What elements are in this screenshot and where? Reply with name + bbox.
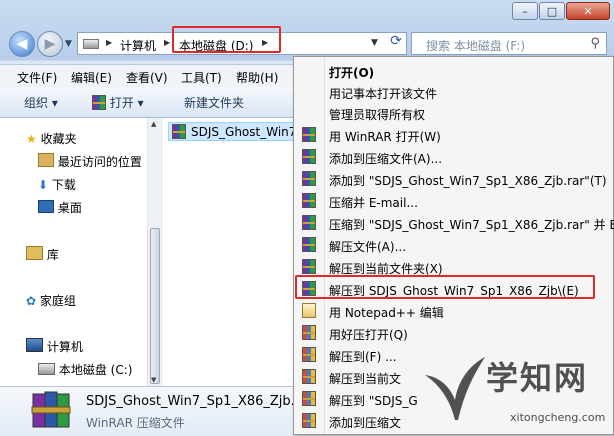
winrar-icon [302,237,316,252]
context-menu-item-label: 添加到 "SDJS_Ghost_Win7_Sp1_X86_Zjb.rar"(T) [329,174,607,188]
winrar-icon [172,124,186,139]
context-menu-item-label: 解压到(F) ... [329,350,397,364]
context-menu-item-label: 压缩并 E-mail... [329,196,418,210]
details-file-type: WinRAR 压缩文件 [86,416,185,430]
context-menu-item-label: 用 Notepad++ 编辑 [329,306,444,320]
refresh-icon[interactable]: ⟳ [387,33,405,53]
search-input[interactable]: 搜索 本地磁盘 (F:) ⚲ [411,32,607,55]
nav-homegroup[interactable]: ✿ 家庭组 [26,292,76,309]
chevron-right-icon[interactable]: ▶ [164,38,170,47]
search-placeholder: 搜索 本地磁盘 (F:) [426,39,526,53]
close-button[interactable]: ✕ [566,2,610,20]
context-menu-item-label: 添加到压缩文 [329,416,402,430]
context-menu-item[interactable]: 压缩到 "SDJS_Ghost_Win7_Sp1_X86_Zjb.rar" 并 … [294,212,614,234]
recent-folder-icon [38,153,54,167]
context-menu-item[interactable]: 用好压打开(Q) [294,322,614,344]
context-menu-item-label: 解压文件(A)... [329,240,407,254]
minimize-button[interactable]: – [512,2,538,20]
context-menu-item-label: 压缩到 "SDJS_Ghost_Win7_Sp1_X86_Zjb.rar" 并 … [329,218,614,232]
context-menu-item[interactable]: 用记事本打开该文件 [294,81,614,103]
winrar-icon [302,193,316,208]
menu-edit[interactable]: 编辑(E) [71,69,112,86]
address-dropdown-icon[interactable]: ▼ [371,38,378,48]
maximize-button[interactable]: □ [539,2,565,20]
watermark-url: xitongcheng.com [510,411,606,424]
nav-favorites[interactable]: ★ 收藏夹 [26,130,77,147]
nav-local-disk-c[interactable]: 本地磁盘 (C:) [38,361,132,378]
breadcrumb-computer[interactable]: 计算机 [120,37,156,54]
organize-button[interactable]: 组织 ▾ [24,94,58,111]
nav-computer[interactable]: 计算机 [26,338,83,355]
scroll-up-icon[interactable]: ▲ [151,120,156,128]
context-menu-item[interactable]: 打开(O) [294,60,614,82]
haozip-icon [302,391,316,406]
winrar-icon [92,95,106,110]
navigation-pane: ★ 收藏夹 最近访问的位置 ⬇ 下载 桌面 库 ✿ 家庭组 计算机 本地磁盘 (… [0,118,164,386]
forward-button[interactable]: ▶ [37,31,63,57]
desktop-icon [38,200,54,213]
winrar-icon [302,149,316,164]
context-menu-item-label: 用记事本打开该文件 [329,87,438,101]
recent-pages-dropdown-icon[interactable]: ▼ [65,39,72,49]
context-menu-item[interactable]: 压缩并 E-mail... [294,190,614,212]
highlight-box [295,275,595,299]
context-menu-item[interactable]: 管理员取得所有权 [294,102,614,124]
drive-icon [38,363,55,375]
context-menu-item[interactable]: 用 Notepad++ 编辑 [294,300,614,322]
menu-view[interactable]: 查看(V) [126,69,168,86]
context-menu-item-label: 用 WinRAR 打开(W) [329,130,441,144]
scrollbar-thumb[interactable] [150,228,160,384]
haozip-icon [302,347,316,362]
watermark: 学知网 xitongcheng.com [420,345,614,435]
highlight-box [172,26,281,53]
watermark-brand: 学知网 [486,359,589,397]
winrar-icon [302,127,316,142]
nav-desktop[interactable]: 桌面 [38,199,82,216]
context-menu-item[interactable]: 用 WinRAR 打开(W) [294,124,614,146]
homegroup-icon: ✿ [26,294,37,308]
watermark-logo-icon [425,357,485,420]
menu-file[interactable]: 文件(F) [17,69,57,86]
download-icon: ⬇ [38,178,49,192]
notepad-icon [302,303,316,321]
nav-libraries[interactable]: 库 [26,246,59,263]
context-menu-item-label: 用好压打开(Q) [329,328,408,342]
nav-scrollbar[interactable]: ▲ ▼ [147,118,163,386]
details-file-name: SDJS_Ghost_Win7_Sp1_X86_Zjb.is [86,394,306,409]
haozip-icon [302,413,316,428]
menu-tools[interactable]: 工具(T) [181,69,222,86]
star-icon: ★ [26,132,37,146]
haozip-icon [302,325,316,340]
context-menu-item[interactable]: 解压文件(A)... [294,234,614,256]
context-menu-item-label: 解压到当前文 [329,372,402,386]
winrar-icon [302,259,316,274]
open-label: 打开 ▾ [109,96,144,110]
nav-recent-places[interactable]: 最近访问的位置 [38,153,142,170]
scroll-down-icon[interactable]: ▼ [151,376,156,384]
search-icon[interactable]: ⚲ [590,36,600,51]
menu-help[interactable]: 帮助(H) [236,69,278,86]
new-folder-button[interactable]: 新建文件夹 [184,94,244,111]
open-button[interactable]: 打开 ▾ [92,94,144,111]
context-menu-item-label: 添加到压缩文件(A)... [329,152,443,166]
drive-icon [83,39,99,49]
context-menu-item[interactable]: 添加到 "SDJS_Ghost_Win7_Sp1_X86_Zjb.rar"(T) [294,168,614,190]
library-icon [26,246,43,260]
context-menu-item-label: 解压到 "SDJS_G [329,394,418,408]
back-button[interactable]: ◀ [9,31,35,57]
caption-buttons: – □ ✕ [511,2,610,21]
file-name: SDJS_Ghost_Win7_ [191,125,303,139]
winrar-archive-icon [30,390,74,430]
winrar-icon [302,215,316,230]
computer-icon [26,338,43,352]
context-menu-item[interactable]: 添加到压缩文件(A)... [294,146,614,168]
winrar-icon [302,171,316,186]
haozip-icon [302,369,316,384]
chevron-right-icon[interactable]: ▶ [106,38,112,47]
nav-downloads[interactable]: ⬇ 下载 [38,176,76,193]
context-menu-item-label: 打开(O) [329,66,375,80]
context-menu-item-label: 管理员取得所有权 [329,108,426,122]
